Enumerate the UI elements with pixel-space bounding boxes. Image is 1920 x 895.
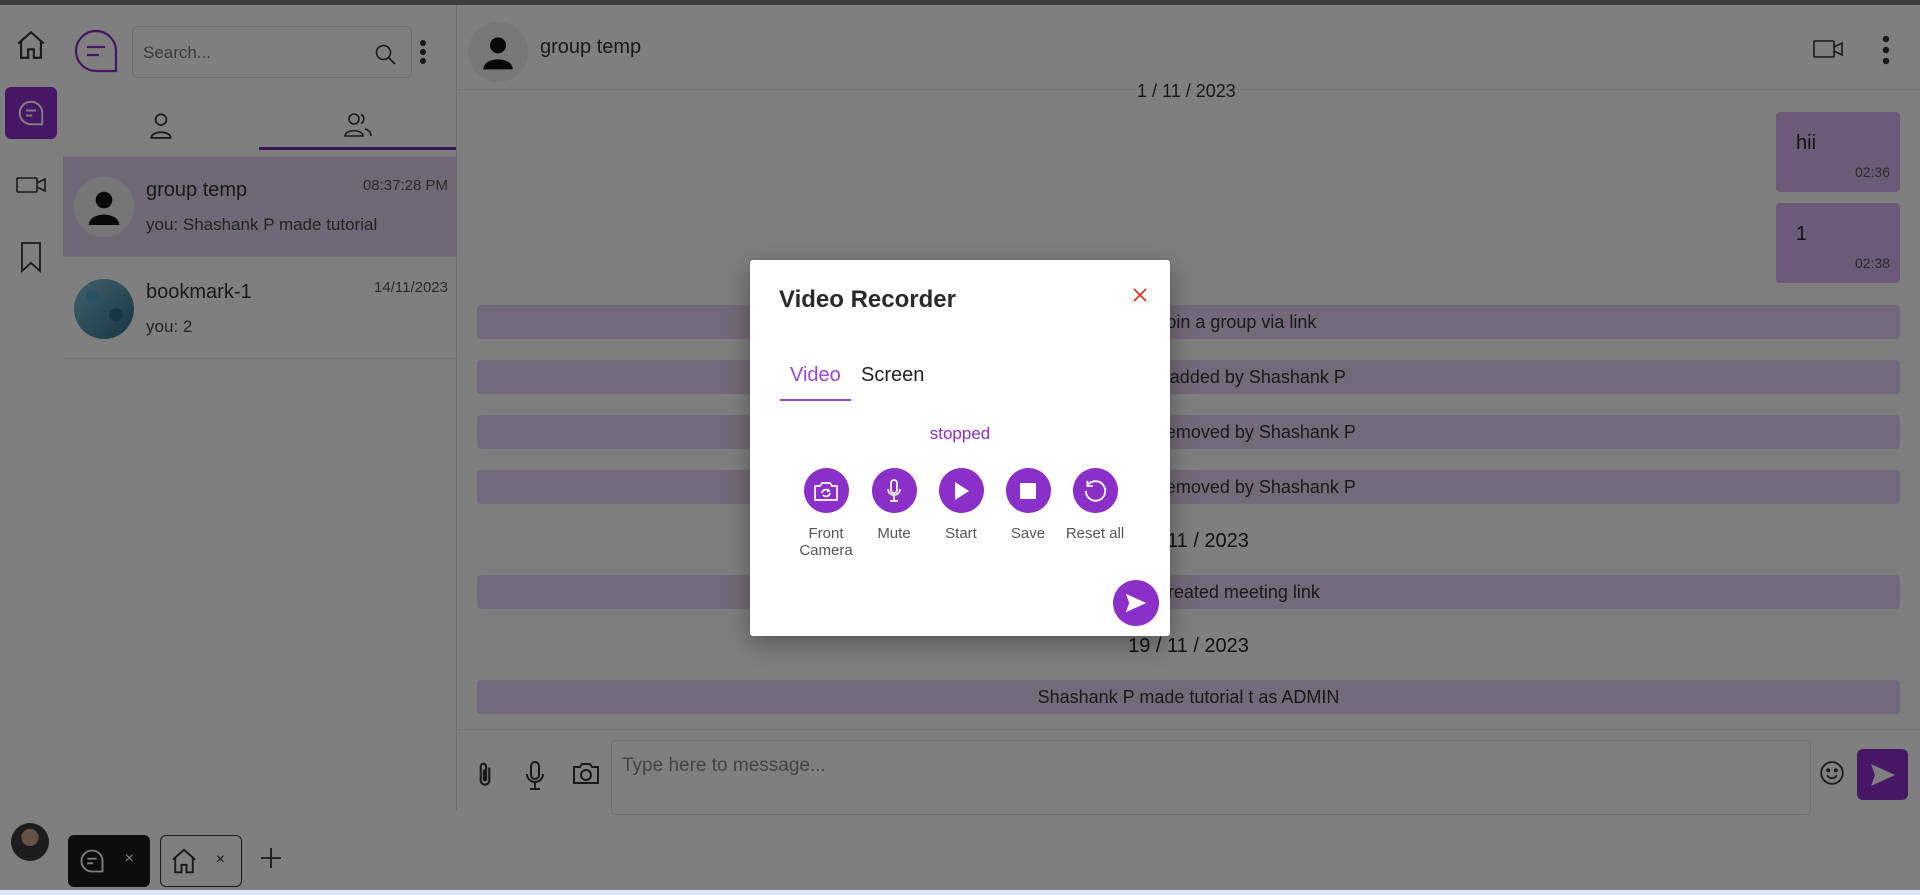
send-icon <box>1124 592 1148 614</box>
tab-screen[interactable]: Screen <box>861 364 924 387</box>
stop-icon <box>1005 468 1051 513</box>
tab-video[interactable]: Video <box>790 364 841 387</box>
video-recorder-modal: Video Recorder Video Screen stopped Fron… <box>750 260 1170 636</box>
bottom-strip <box>0 890 1920 895</box>
close-icon <box>1132 287 1148 303</box>
control-label: Reset all <box>1065 525 1125 542</box>
flip-camera-icon <box>803 468 849 513</box>
reset-all-control[interactable]: Reset all <box>1050 468 1140 542</box>
active-tab-indicator <box>780 399 851 401</box>
close-button[interactable] <box>1125 280 1155 310</box>
reset-icon <box>1072 468 1118 513</box>
modal-send-button[interactable] <box>1113 580 1159 626</box>
recording-status: stopped <box>929 424 991 443</box>
play-icon <box>938 468 984 513</box>
microphone-icon <box>871 468 917 513</box>
modal-title: Video Recorder <box>779 286 956 313</box>
